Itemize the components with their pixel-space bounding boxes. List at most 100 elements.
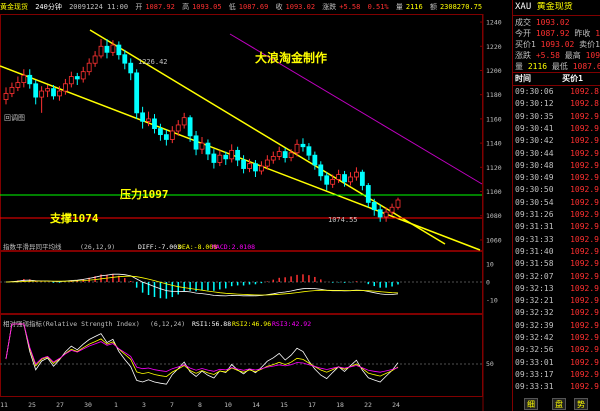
close-label: 收	[275, 3, 283, 11]
tick-time: 09:30:06	[515, 87, 554, 96]
tick-time: 09:33:01	[515, 357, 554, 367]
date-tick-label: 18	[336, 401, 344, 409]
price-tick-label: 1220	[486, 43, 502, 51]
instrument-title: 黄金现货	[0, 3, 28, 11]
tick-time: 09:33:31	[515, 382, 554, 392]
tick-row[interactable]: 09:33:01 1092.9	[515, 358, 600, 368]
tab-detail[interactable]: 细	[524, 398, 538, 410]
rsi2-value: RSI2:46.96	[232, 320, 271, 328]
tick-row[interactable]: 09:30:06 1092.8	[515, 87, 600, 97]
tick-row[interactable]: 09:31:33 1092.9	[515, 235, 600, 245]
tab-trend[interactable]: 势	[574, 398, 588, 410]
tick-row[interactable]: 09:32:21 1092.9	[515, 296, 600, 306]
price-tick-label: 1140	[486, 140, 502, 148]
rsi3-line	[5, 323, 399, 373]
date-tick-label: 8	[198, 401, 202, 409]
tick-time: 09:31:33	[515, 234, 554, 244]
tick-row[interactable]: 09:32:32 1092.9	[515, 308, 600, 318]
tick-time: 09:32:32	[515, 308, 554, 318]
quote-row-extra-label: 最高	[559, 51, 586, 60]
candle-body	[294, 143, 300, 154]
price-tick-label: 1200	[486, 67, 502, 75]
tick-price: 1092.8	[570, 87, 599, 96]
macd-title: 指数平滑异同平均线	[3, 242, 62, 251]
tick-row[interactable]: 09:30:54 1092.9	[515, 198, 600, 208]
price-tick-label: 1180	[486, 91, 502, 99]
tick-price: 1092.9	[570, 320, 599, 330]
tick-row[interactable]: 09:32:56 1092.9	[515, 345, 600, 355]
tick-row[interactable]: 09:30:12 1092.8	[515, 99, 600, 109]
candle-body	[39, 90, 45, 98]
quote-row-value: 1087.92	[535, 29, 570, 38]
price-tick-label: 1080	[486, 212, 502, 220]
tick-row[interactable]: 09:31:40 1092.9	[515, 247, 600, 257]
ticks-header-time: 时间	[515, 74, 531, 83]
quote-row-extra-value: 1087.44	[595, 29, 600, 38]
tick-price: 1092.8	[570, 99, 599, 109]
date-tick-label: 25	[28, 401, 36, 409]
candle-body	[211, 153, 217, 163]
instrument-code: XAU	[515, 2, 532, 12]
candle-body	[336, 174, 342, 180]
tick-row[interactable]: 09:32:39 1092.9	[515, 321, 600, 331]
tick-row[interactable]: 09:32:07 1092.9	[515, 272, 600, 282]
tick-time: 09:30:48	[515, 160, 554, 170]
tick-row[interactable]: 09:33:17 1092.9	[515, 370, 600, 380]
tick-row[interactable]: 09:30:42 1092.9	[515, 136, 600, 146]
candle-body	[330, 179, 336, 185]
date-tick-label: 27	[56, 401, 64, 409]
tick-row[interactable]: 09:33:31 1092.9	[515, 382, 600, 392]
tick-row[interactable]: 09:30:50 1092.9	[515, 185, 600, 195]
macd-params: (26,12,9)	[80, 243, 115, 251]
candle-body	[45, 88, 50, 92]
quote-row-value: 1093.02	[540, 40, 575, 49]
tick-time: 09:32:13	[515, 283, 554, 293]
tick-row[interactable]: 09:32:42 1092.9	[515, 333, 600, 343]
tick-row[interactable]: 09:30:48 1092.9	[515, 161, 600, 171]
candle-body	[158, 128, 163, 136]
quote-row-label: 量	[515, 62, 528, 71]
date-tick-label: 17	[308, 401, 316, 409]
price-chart[interactable]: 1240122012001180116011401120110010801060…	[0, 14, 511, 411]
tab-book[interactable]: 盘	[552, 398, 566, 410]
candle-body	[258, 165, 264, 172]
tick-price: 1092.9	[570, 123, 599, 133]
tick-row[interactable]: 09:30:35 1092.9	[515, 112, 600, 122]
tick-row[interactable]: 09:30:44 1092.9	[515, 149, 600, 159]
watermark-text: 大浪淘金制作	[255, 50, 327, 65]
tick-price: 1092.9	[570, 111, 599, 121]
change-label: 涨跌	[322, 3, 337, 11]
tick-price: 1092.9	[570, 271, 599, 281]
candle-body	[247, 163, 252, 169]
change-pct: 0.51%	[367, 3, 389, 11]
quote-row: 成交 1093.02	[515, 17, 600, 28]
candle-body	[217, 154, 223, 163]
tick-time: 09:31:58	[515, 259, 554, 269]
candle-body	[348, 176, 353, 183]
candle-body	[122, 54, 128, 64]
tick-price: 1092.9	[570, 345, 599, 355]
tick-row[interactable]: 09:31:31 1092.9	[515, 222, 600, 232]
candle-body	[181, 117, 187, 126]
quote-row-extra-label: 卖价1	[579, 40, 600, 49]
macd-value: MACD:2.0108	[212, 243, 255, 251]
tick-row[interactable]: 09:32:13 1092.9	[515, 284, 600, 294]
tick-row[interactable]: 09:30:41 1092.9	[515, 124, 600, 134]
price-tick-label: 1160	[486, 115, 502, 123]
amount-label: 额	[429, 3, 437, 11]
tick-row[interactable]: 09:30:49 1092.9	[515, 173, 600, 183]
tick-row[interactable]: 09:31:58 1092.9	[515, 259, 600, 269]
date-tick-label: 14	[252, 401, 260, 409]
price-tick-label: 1120	[486, 164, 502, 172]
tick-time: 09:30:54	[515, 197, 554, 207]
candle-body	[152, 118, 157, 129]
candle-body	[169, 130, 175, 140]
low-label: 低	[228, 3, 236, 11]
rsi-params: (6,12,24)	[150, 320, 185, 328]
quote-panel: XAU 黄金现货 成交 1093.02今开 1087.92 昨收 1087.44…	[512, 0, 600, 411]
candle-body	[199, 142, 205, 150]
tick-price: 1092.9	[570, 246, 599, 256]
candle-body	[163, 134, 169, 140]
tick-row[interactable]: 09:31:26 1092.9	[515, 210, 600, 220]
ticks-header: 时间 买价1	[515, 74, 600, 84]
